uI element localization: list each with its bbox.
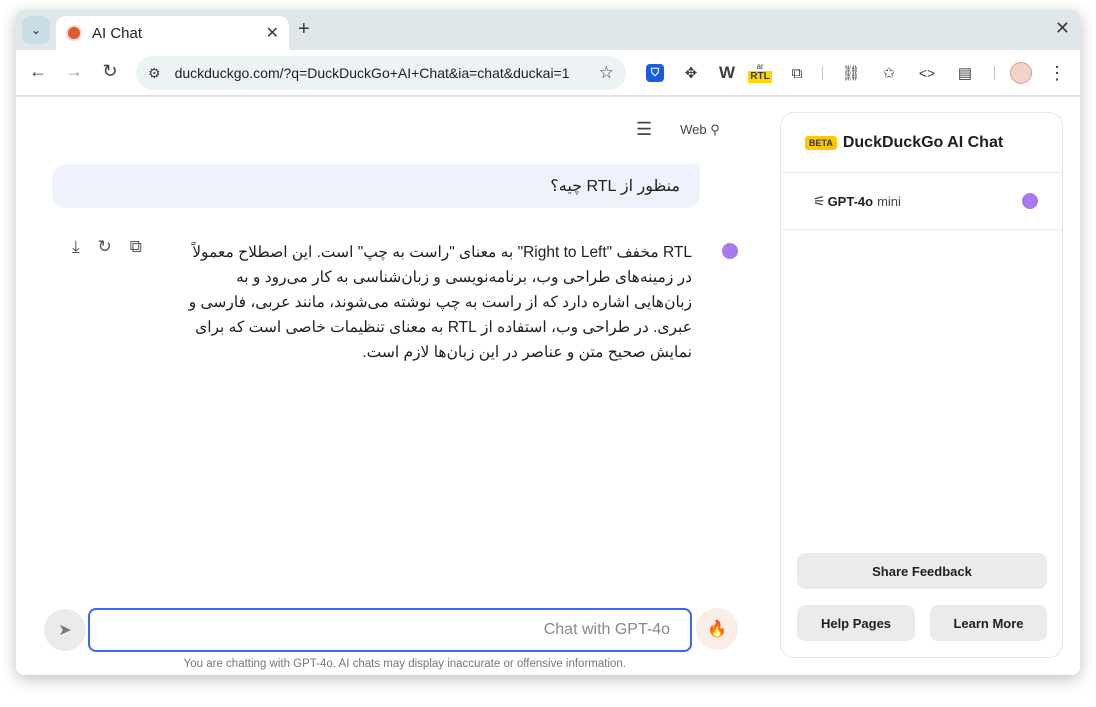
help-pages-button[interactable]: Help Pages bbox=[797, 605, 915, 641]
new-tab-button[interactable]: + bbox=[298, 18, 310, 41]
browser-toolbar: ← → ↻ ⚙ duckduckgo.com/?q=DuckDuckGo+AI+… bbox=[16, 50, 1080, 96]
web-link-label: Web bbox=[680, 121, 707, 137]
toolbar-divider bbox=[994, 66, 995, 80]
share-feedback-button[interactable]: Share Feedback bbox=[797, 553, 1047, 589]
model-color-dot bbox=[1022, 193, 1038, 209]
chevron-down-icon: ⌄ bbox=[30, 23, 42, 37]
window-close-button[interactable]: ✕ bbox=[1055, 18, 1070, 39]
web-search-link[interactable]: Web ⚲ bbox=[680, 122, 720, 138]
tab-search-button[interactable]: ⌄ bbox=[22, 16, 50, 44]
panel-title: DuckDuckGo AI Chat bbox=[842, 133, 1004, 151]
disclaimer-text: You are chatting with GPT-4o. AI chats m… bbox=[183, 658, 626, 670]
star-list-icon[interactable]: ✩ bbox=[878, 62, 900, 84]
learn-more-button[interactable]: Learn More bbox=[930, 605, 1047, 641]
bitwarden-extension-icon[interactable]: ⛉ bbox=[646, 64, 664, 82]
reload-icon[interactable]: ↻ bbox=[98, 61, 122, 82]
side-panel-icon[interactable]: ▤ bbox=[954, 62, 976, 84]
back-arrow-icon[interactable]: ← bbox=[26, 61, 50, 82]
w-extension-icon[interactable]: W bbox=[716, 62, 738, 84]
tab-title: AI Chat bbox=[92, 24, 143, 42]
chat-header: ☰ Web ⚲ bbox=[636, 119, 720, 140]
rtl-extension-icon[interactable]: ar RTL bbox=[748, 58, 772, 88]
model-selector[interactable]: ⚟ GPT-4o mini bbox=[781, 173, 1062, 230]
model-name: GPT-4o bbox=[827, 193, 874, 209]
ai-chat-side-panel: BETA DuckDuckGo AI Chat ⚟ GPT-4o mini Sh… bbox=[780, 112, 1063, 658]
forward-arrow-icon[interactable]: → bbox=[62, 61, 86, 82]
toolbar-divider bbox=[822, 66, 823, 80]
copy-icon[interactable]: ⧉ bbox=[130, 237, 142, 257]
ai-avatar-dot bbox=[722, 243, 738, 259]
user-message-bubble: منظور از RTL چیه؟ bbox=[52, 164, 700, 208]
browser-window: ⌄ AI Chat ✕ + ✕ ← → ↻ ⚙ duckduckgo.com/?… bbox=[16, 10, 1080, 675]
rtl-extension-badge: RTL bbox=[748, 71, 772, 83]
tab-ai-chat[interactable]: AI Chat ✕ bbox=[56, 16, 289, 50]
fire-icon: 🔥 bbox=[707, 621, 727, 638]
chat-input-placeholder: Chat with GPT-4o bbox=[543, 621, 670, 638]
link-icon[interactable]: ⛓ bbox=[840, 62, 862, 84]
rtl-extension-small-text: ar bbox=[756, 62, 764, 71]
code-icon[interactable]: <> bbox=[916, 62, 938, 84]
send-button[interactable]: ➤ bbox=[44, 609, 86, 651]
send-arrow-icon: ➤ bbox=[58, 622, 72, 639]
page-content: ☰ Web ⚲ منظور از RTL چیه؟ ⤓ ↻ ⧉ RTL مخفف… bbox=[16, 97, 1080, 675]
settings-sliders-icon: ⚟ bbox=[813, 192, 826, 209]
extensions-icon[interactable]: ⧉ bbox=[786, 62, 808, 84]
download-icon[interactable]: ⤓ bbox=[72, 237, 80, 257]
bookmark-star-icon[interactable]: ☆ bbox=[599, 63, 614, 83]
duckduckgo-favicon-icon bbox=[66, 25, 82, 41]
profile-avatar[interactable] bbox=[1010, 62, 1032, 84]
model-variant: mini bbox=[877, 193, 901, 209]
tab-bar: ⌄ AI Chat ✕ + ✕ bbox=[16, 10, 1080, 50]
message-actions: ⤓ ↻ ⧉ bbox=[72, 237, 142, 257]
chat-input[interactable]: Chat with GPT-4o bbox=[88, 608, 692, 652]
regenerate-icon[interactable]: ↻ bbox=[98, 237, 112, 257]
tab-close-icon[interactable]: ✕ bbox=[266, 23, 279, 43]
puzzle-piece-extension-icon[interactable]: ✥ bbox=[680, 62, 702, 84]
beta-badge: BETA bbox=[805, 135, 837, 150]
site-info-icon[interactable]: ⚙ bbox=[148, 65, 161, 82]
hamburger-menu-icon[interactable]: ☰ bbox=[636, 119, 652, 140]
ai-message-text: RTL مخفف "Right to Left" به معنای "راست … bbox=[188, 244, 692, 361]
url-text[interactable]: duckduckgo.com/?q=DuckDuckGo+AI+Chat&ia=… bbox=[175, 65, 599, 81]
address-bar[interactable]: ⚙ duckduckgo.com/?q=DuckDuckGo+AI+Chat&i… bbox=[136, 56, 626, 90]
fire-button[interactable]: 🔥 bbox=[696, 608, 738, 650]
panel-header: BETA DuckDuckGo AI Chat bbox=[781, 113, 1062, 173]
more-menu-icon[interactable]: ⋮ bbox=[1046, 62, 1068, 84]
user-message-text: منظور از RTL چیه؟ bbox=[550, 178, 680, 195]
search-icon: ⚲ bbox=[710, 121, 720, 137]
